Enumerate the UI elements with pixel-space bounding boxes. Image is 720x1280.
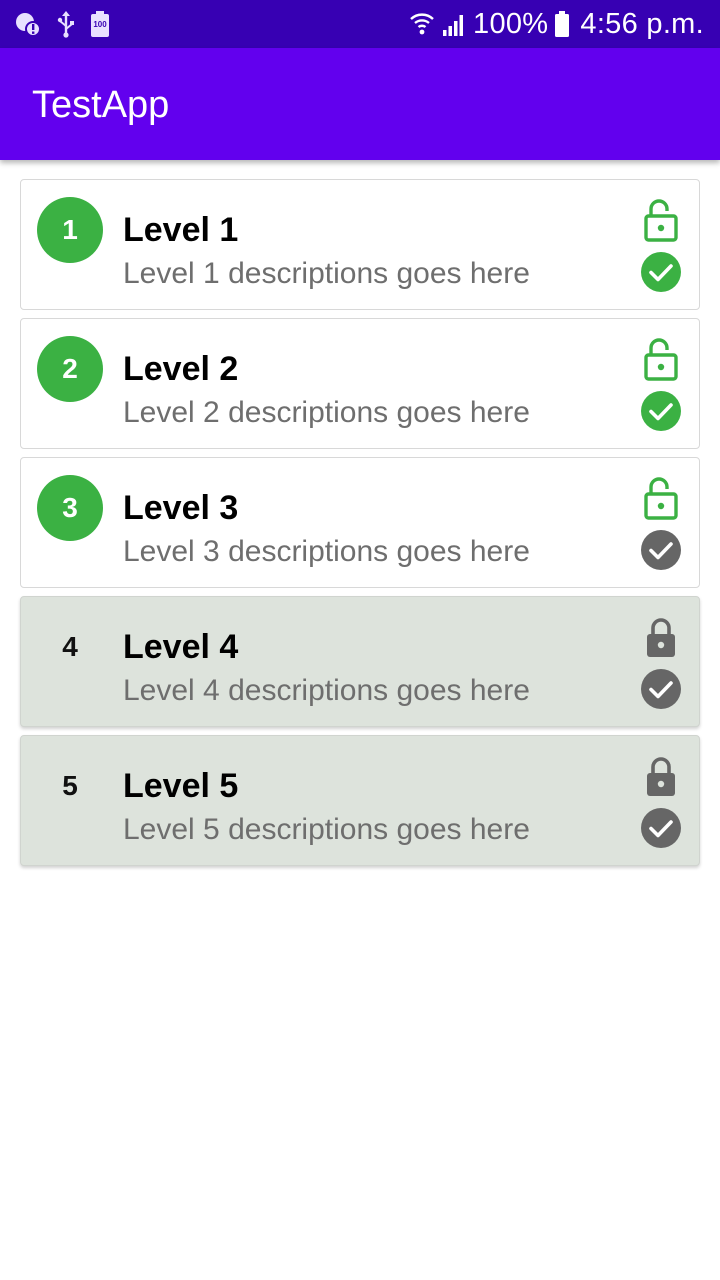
lock-open-icon — [639, 476, 683, 520]
level-title: Level 1 — [123, 211, 239, 249]
completed-check-icon — [639, 667, 683, 711]
lock-open-icon — [639, 198, 683, 242]
notification-alert-icon — [14, 10, 42, 38]
completed-check-icon — [639, 250, 683, 294]
status-bar-right: 100% 4:56 p.m. — [409, 6, 704, 42]
level-title: Level 4 — [123, 628, 239, 666]
level-number-badge: 5 — [62, 770, 78, 801]
level-description: Level 4 descriptions goes here — [123, 674, 530, 707]
level-list: 1 Level 1 Level 1 descriptions goes here 2 L… — [20, 179, 700, 874]
wifi-icon — [409, 11, 435, 37]
battery-saver-label: 100 — [93, 20, 107, 29]
level-card[interactable]: 2 Level 2 Level 2 descriptions goes here — [20, 318, 700, 449]
level-card[interactable]: 4 Level 4 Level 4 descriptions goes here — [20, 596, 700, 727]
level-description: Level 2 descriptions goes here — [123, 396, 530, 429]
level-title: Level 5 — [123, 767, 239, 805]
completed-check-icon — [639, 528, 683, 572]
level-card[interactable]: 1 Level 1 Level 1 descriptions goes here — [20, 179, 700, 310]
app-title: TestApp — [32, 84, 170, 126]
completed-check-icon — [639, 806, 683, 850]
completed-check-icon — [639, 389, 683, 433]
level-description: Level 3 descriptions goes here — [123, 535, 530, 568]
level-number-badge: 1 — [37, 197, 103, 263]
level-number-badge: 2 — [37, 336, 103, 402]
lock-closed-icon — [639, 615, 683, 659]
battery-saver-100-icon: 100 — [90, 10, 110, 38]
level-number-badge: 4 — [62, 631, 78, 662]
level-description: Level 5 descriptions goes here — [123, 813, 530, 846]
level-number-badge: 3 — [37, 475, 103, 541]
battery-icon — [554, 10, 570, 38]
level-card[interactable]: 5 Level 5 Level 5 descriptions goes here — [20, 735, 700, 866]
level-title: Level 3 — [123, 489, 239, 527]
level-card[interactable]: 3 Level 3 Level 3 descriptions goes here — [20, 457, 700, 588]
status-bar: 100 100% 4:56 p.m. — [0, 0, 720, 48]
battery-percent: 100% — [473, 7, 549, 40]
level-title: Level 2 — [123, 350, 239, 388]
level-description: Level 1 descriptions goes here — [123, 257, 530, 290]
status-bar-left-icons: 100 — [14, 9, 110, 39]
lock-closed-icon — [639, 754, 683, 798]
app-bar: TestApp — [0, 48, 720, 160]
usb-icon — [56, 10, 76, 38]
clock: 4:56 p.m. — [580, 7, 704, 40]
cellular-signal-icon — [441, 11, 467, 37]
lock-open-icon — [639, 337, 683, 381]
